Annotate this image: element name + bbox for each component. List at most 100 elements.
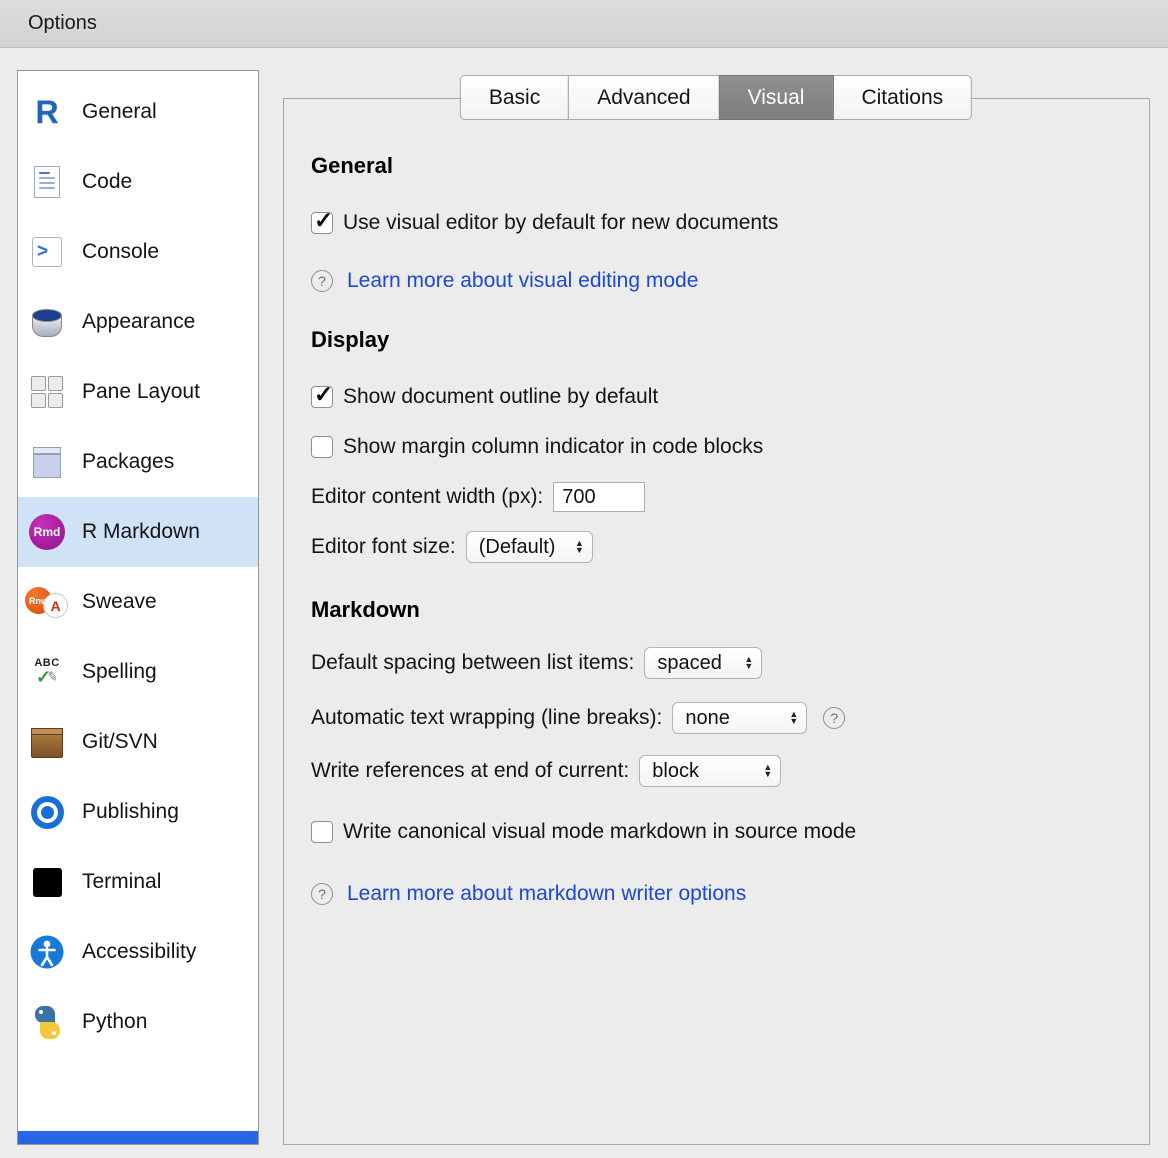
options-tabbar: Basic Advanced Visual Citations xyxy=(460,75,972,120)
package-box-icon xyxy=(18,446,76,478)
sidebar-bottom-highlight xyxy=(18,1131,258,1144)
rmarkdown-badge-icon: Rmd xyxy=(18,514,76,550)
show-margin-row: ✓ Show margin column indicator in code b… xyxy=(311,430,763,464)
visual-editing-help-row: ? Learn more about visual editing mode xyxy=(311,264,698,298)
canonical-markdown-row: ✓ Write canonical visual mode markdown i… xyxy=(311,815,856,849)
text-wrapping-value: none xyxy=(685,707,730,730)
sidebar-item-label: Sweave xyxy=(82,590,157,614)
options-dialog: Options R General Code > Console Appeara… xyxy=(0,0,1168,1158)
updown-arrows-icon: ▲▼ xyxy=(763,764,772,778)
sidebar-item-packages[interactable]: Packages xyxy=(18,427,258,497)
sidebar-item-publishing[interactable]: Publishing xyxy=(18,777,258,847)
show-outline-checkbox[interactable]: ✓ xyxy=(311,386,333,408)
tab-visual[interactable]: Visual xyxy=(719,75,834,120)
text-wrapping-label: Automatic text wrapping (line breaks): xyxy=(311,706,662,730)
content-width-input[interactable] xyxy=(553,482,645,512)
console-prompt-icon: > xyxy=(18,237,76,267)
sidebar-item-terminal[interactable]: Terminal xyxy=(18,847,258,917)
sidebar-item-label: Spelling xyxy=(82,660,157,684)
sidebar-item-accessibility[interactable]: Accessibility xyxy=(18,917,258,987)
r-logo-icon: R xyxy=(18,94,76,131)
terminal-icon xyxy=(18,868,76,897)
sidebar: R General Code > Console Appearance xyxy=(17,70,259,1145)
show-outline-row: ✓ Show document outline by default xyxy=(311,380,658,414)
display-section-heading: Display xyxy=(311,323,389,357)
markdown-section-heading: Markdown xyxy=(311,593,420,627)
window-titlebar: Options xyxy=(0,0,1168,48)
question-circle-icon[interactable]: ? xyxy=(311,270,333,292)
show-margin-checkbox[interactable]: ✓ xyxy=(311,436,333,458)
paint-bucket-icon xyxy=(18,307,76,337)
accessibility-icon xyxy=(18,935,76,969)
canonical-markdown-checkbox[interactable]: ✓ xyxy=(311,821,333,843)
visual-editing-help-link[interactable]: Learn more about visual editing mode xyxy=(347,269,698,293)
pane-layout-icon xyxy=(18,376,76,408)
sidebar-item-r-markdown[interactable]: Rmd R Markdown xyxy=(18,497,258,567)
sidebar-item-label: Packages xyxy=(82,450,174,474)
sidebar-item-spelling[interactable]: ABC✓✎ Spelling xyxy=(18,637,258,707)
sidebar-item-appearance[interactable]: Appearance xyxy=(18,287,258,357)
use-visual-editor-checkbox[interactable]: ✓ xyxy=(311,212,333,234)
sidebar-item-python[interactable]: Python xyxy=(18,987,258,1057)
list-spacing-value: spaced xyxy=(657,652,722,675)
font-size-select[interactable]: (Default) ▲▼ xyxy=(466,531,593,563)
content-width-label: Editor content width (px): xyxy=(311,485,543,509)
tab-advanced[interactable]: Advanced xyxy=(568,75,719,120)
sidebar-item-label: Console xyxy=(82,240,159,264)
references-row: Write references at end of current: bloc… xyxy=(311,754,781,788)
tab-visual-label: Visual xyxy=(748,86,805,110)
publish-icon xyxy=(18,796,76,829)
show-outline-label: Show document outline by default xyxy=(343,385,658,409)
font-size-value: (Default) xyxy=(479,536,556,559)
tab-basic[interactable]: Basic xyxy=(460,75,569,120)
sidebar-item-git-svn[interactable]: Git/SVN xyxy=(18,707,258,777)
sweave-rnw-pdf-icon: RnwA xyxy=(18,584,76,620)
window-title: Options xyxy=(28,12,97,35)
sidebar-item-label: General xyxy=(82,100,157,124)
references-label: Write references at end of current: xyxy=(311,759,629,783)
sidebar-item-label: Publishing xyxy=(82,800,179,824)
list-spacing-row: Default spacing between list items: spac… xyxy=(311,646,762,680)
sidebar-items: R General Code > Console Appearance xyxy=(18,77,258,1057)
markdown-help-row: ? Learn more about markdown writer optio… xyxy=(311,877,746,911)
list-spacing-label: Default spacing between list items: xyxy=(311,651,634,675)
list-spacing-select[interactable]: spaced ▲▼ xyxy=(644,647,762,679)
tab-citations-label: Citations xyxy=(861,86,943,110)
font-size-row: Editor font size: (Default) ▲▼ xyxy=(311,530,593,564)
canonical-markdown-label: Write canonical visual mode markdown in … xyxy=(343,820,856,844)
sidebar-item-label: Python xyxy=(82,1010,147,1034)
sidebar-item-console[interactable]: > Console xyxy=(18,217,258,287)
sidebar-item-pane-layout[interactable]: Pane Layout xyxy=(18,357,258,427)
tab-basic-label: Basic xyxy=(489,86,540,110)
general-section-heading: General xyxy=(311,149,393,183)
sidebar-item-label: R Markdown xyxy=(82,520,200,544)
font-size-label: Editor font size: xyxy=(311,535,456,559)
code-document-icon xyxy=(18,166,76,198)
text-wrapping-select[interactable]: none ▲▼ xyxy=(672,702,807,734)
updown-arrows-icon: ▲▼ xyxy=(744,656,753,670)
text-wrapping-row: Automatic text wrapping (line breaks): n… xyxy=(311,701,845,735)
content-width-row: Editor content width (px): xyxy=(311,480,645,514)
checkmark-icon: ✓ xyxy=(314,207,333,234)
tab-citations[interactable]: Citations xyxy=(832,75,972,120)
checkmark-icon: ✓ xyxy=(314,381,333,408)
sidebar-item-label: Git/SVN xyxy=(82,730,158,754)
sidebar-item-label: Terminal xyxy=(82,870,161,894)
spellcheck-icon: ABC✓✎ xyxy=(18,657,76,688)
python-icon xyxy=(18,1006,76,1039)
markdown-writer-help-link[interactable]: Learn more about markdown writer options xyxy=(347,882,746,906)
question-circle-icon[interactable]: ? xyxy=(311,883,333,905)
show-margin-label: Show margin column indicator in code blo… xyxy=(343,435,763,459)
updown-arrows-icon: ▲▼ xyxy=(789,711,798,725)
use-visual-editor-row: ✓ Use visual editor by default for new d… xyxy=(311,206,778,240)
visual-tab-panel: General ✓ Use visual editor by default f… xyxy=(283,98,1150,1145)
sidebar-item-code[interactable]: Code xyxy=(18,147,258,217)
sidebar-item-general[interactable]: R General xyxy=(18,77,258,147)
sidebar-item-label: Accessibility xyxy=(82,940,196,964)
references-select[interactable]: block ▲▼ xyxy=(639,755,781,787)
sidebar-item-sweave[interactable]: RnwA Sweave xyxy=(18,567,258,637)
cardboard-box-icon xyxy=(18,726,76,758)
sidebar-item-label: Appearance xyxy=(82,310,195,334)
question-circle-icon[interactable]: ? xyxy=(823,707,845,729)
updown-arrows-icon: ▲▼ xyxy=(575,540,584,554)
